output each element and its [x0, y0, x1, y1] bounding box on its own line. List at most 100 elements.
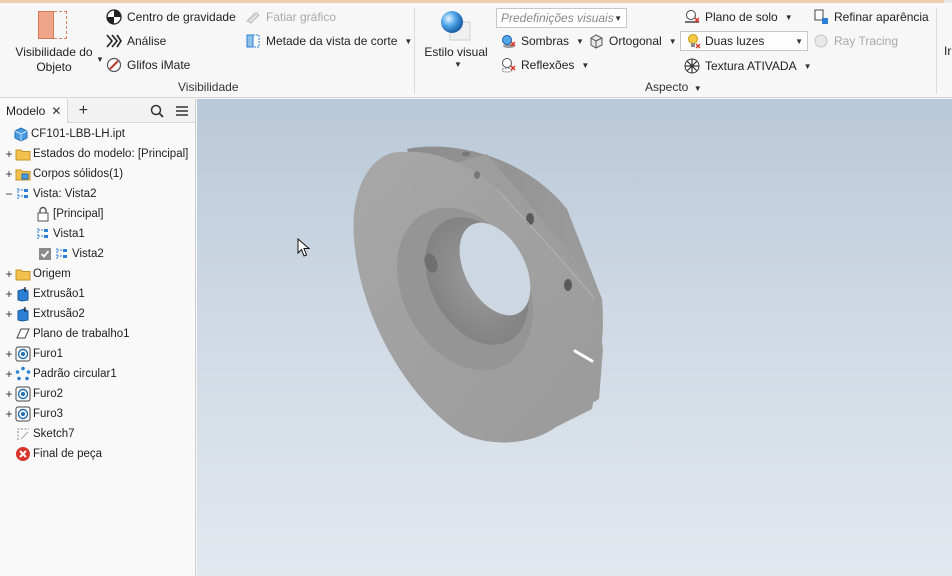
shadows-icon	[500, 33, 516, 49]
lighting-style-value-wrap: Duas luzes	[685, 33, 764, 49]
tree-node-part[interactable]: CF101-LBB-LH.ipt	[0, 124, 196, 144]
analysis-button[interactable]: Análise	[106, 33, 166, 49]
reflections-icon	[500, 57, 516, 73]
close-tab-icon[interactable]: ✕	[51, 104, 61, 118]
tree-node-view2[interactable]: Vista2	[0, 244, 196, 264]
appearance-group-label[interactable]: Aspecto ▼	[645, 80, 702, 94]
add-tab-icon[interactable]: +	[74, 102, 92, 120]
object-visibility-button[interactable]: Visibilidade do Objeto ▼	[8, 8, 104, 76]
reflections-button[interactable]: Reflexões ▼	[500, 57, 589, 73]
tree-node-view1[interactable]: Vista1	[0, 224, 196, 244]
tree-node-hole3[interactable]: + Furo3	[0, 404, 196, 424]
ground-plane-caret: ▼	[784, 12, 793, 22]
expand-plus-icon[interactable]: +	[4, 347, 14, 361]
texture-label: Textura ATIVADA	[705, 59, 797, 73]
sketch-icon	[15, 426, 31, 442]
tree-node-label: Extrusão2	[33, 308, 85, 320]
center-of-gravity-button[interactable]: Centro de gravidade	[106, 9, 236, 25]
ground-plane-label: Plano de solo	[705, 10, 778, 24]
visual-presets-placeholder: Predefinições visuais	[501, 11, 614, 25]
texture-toggle-button[interactable]: Textura ATIVADA ▼	[684, 58, 812, 74]
next-group-partial-label: Ir	[944, 44, 952, 58]
object-visibility-label-2: Objeto	[36, 60, 72, 74]
tree-node-sketch7[interactable]: Sketch7	[0, 424, 196, 444]
collapse-minus-icon[interactable]: −	[4, 187, 14, 201]
tree-node-origin[interactable]: + Origem	[0, 264, 196, 284]
tree-node-label: Furo3	[33, 408, 64, 420]
tree-node-hole2[interactable]: + Furo2	[0, 384, 196, 404]
tree-node-label: Vista1	[53, 228, 85, 240]
tree-node-extrude2[interactable]: + Extrusão2	[0, 304, 196, 324]
folder-icon	[15, 146, 31, 162]
lock-icon	[35, 206, 51, 222]
refine-appearance-label: Refinar aparência	[834, 10, 929, 24]
half-section-view-button[interactable]: Metade da vista de corte ▼	[245, 33, 412, 49]
object-visibility-icon	[38, 11, 68, 39]
hole-icon	[15, 346, 31, 362]
expand-plus-icon[interactable]: +	[4, 307, 14, 321]
hole-icon	[15, 406, 31, 422]
expand-plus-icon[interactable]: +	[4, 287, 14, 301]
expand-plus-icon[interactable]: +	[4, 387, 14, 401]
object-visibility-label-1: Visibilidade do	[15, 45, 93, 59]
imate-glyphs-label: Glifos iMate	[127, 58, 191, 72]
ribbon-separator-1	[414, 8, 415, 94]
model-browser-tab[interactable]: Modelo ✕	[0, 98, 69, 123]
tree-node-model-states[interactable]: + Estados do modelo: [Principal]	[0, 144, 196, 164]
tree-node-principal[interactable]: [Principal]	[0, 204, 196, 224]
end-of-part-icon	[15, 446, 31, 462]
graphics-viewport[interactable]	[197, 99, 952, 576]
tree-node-label: [Principal]	[53, 208, 104, 220]
lighting-style-combo[interactable]: Duas luzes ▼	[680, 31, 808, 51]
tree-node-label: Plano de trabalho1	[33, 328, 130, 340]
menu-icon[interactable]	[173, 102, 191, 120]
imate-glyph-icon	[106, 57, 122, 73]
imate-glyphs-button[interactable]: Glifos iMate	[106, 57, 190, 73]
appearance-group-label-text: Aspecto	[645, 80, 689, 94]
expand-plus-icon[interactable]: +	[4, 167, 14, 181]
ribbon: Visibilidade do Objeto ▼ Centro de gravi…	[0, 0, 952, 98]
folder-icon	[15, 266, 31, 282]
visual-presets-combo[interactable]: Predefinições visuais ▼	[496, 8, 627, 28]
lighting-style-value: Duas luzes	[705, 34, 765, 48]
shadows-button[interactable]: Sombras ▼	[500, 33, 584, 49]
expand-plus-icon[interactable]: +	[4, 407, 14, 421]
shadows-caret: ▼	[576, 36, 584, 46]
orthographic-button[interactable]: Ortogonal ▼	[588, 33, 677, 49]
expand-plus-icon[interactable]: +	[4, 267, 14, 281]
refine-appearance-icon	[813, 9, 829, 25]
half-section-view-label: Metade da vista de corte	[266, 34, 398, 48]
ground-plane-button[interactable]: Plano de solo ▼	[684, 9, 793, 25]
expand-plus-icon[interactable]: +	[4, 147, 14, 161]
tree-node-end-of-part[interactable]: Final de peça	[0, 444, 196, 464]
texture-icon	[684, 58, 700, 74]
tree-node-label: Estados do modelo: [Principal]	[33, 148, 189, 160]
visual-presets-arrow: ▼	[614, 13, 622, 23]
view-rep-icon	[54, 246, 70, 262]
shadows-label: Sombras	[521, 34, 570, 48]
tree-node-extrude1[interactable]: + Extrusão1	[0, 284, 196, 304]
ray-tracing-button[interactable]: Ray Tracing	[813, 33, 898, 49]
visual-style-button[interactable]: Estilo visual ▼	[420, 8, 492, 76]
tree-node-view[interactable]: − Vista: Vista2	[0, 184, 196, 204]
tree-node-label: Origem	[33, 268, 71, 280]
texture-caret: ▼	[803, 61, 812, 71]
refine-appearance-button[interactable]: Refinar aparência	[813, 9, 929, 25]
object-visibility-caret: ▼	[96, 55, 104, 64]
tree-node-hole1[interactable]: + Furo1	[0, 344, 196, 364]
hole-icon	[15, 386, 31, 402]
checkbox-checked-icon[interactable]	[37, 246, 53, 262]
model-browser-tab-label: Modelo	[6, 103, 46, 118]
tree-node-label: CF101-LBB-LH.ipt	[31, 128, 125, 140]
ray-tracing-icon	[813, 33, 829, 49]
expand-plus-icon[interactable]: +	[4, 367, 14, 381]
part-icon	[13, 126, 29, 142]
tree-node-solid-bodies[interactable]: + Corpos sólidos(1)	[0, 164, 196, 184]
slice-graphics-button[interactable]: Fatiar gráfico	[245, 9, 336, 25]
visual-style-caret: ▼	[454, 60, 462, 69]
half-section-view-caret: ▼	[404, 36, 413, 46]
tree-node-circular-pattern1[interactable]: + Padrão circular1	[0, 364, 196, 384]
tree-node-workplane1[interactable]: Plano de trabalho1	[0, 324, 196, 344]
search-icon[interactable]	[148, 102, 166, 120]
model-tree: CF101-LBB-LH.ipt + Estados do modelo: [P…	[0, 124, 196, 464]
